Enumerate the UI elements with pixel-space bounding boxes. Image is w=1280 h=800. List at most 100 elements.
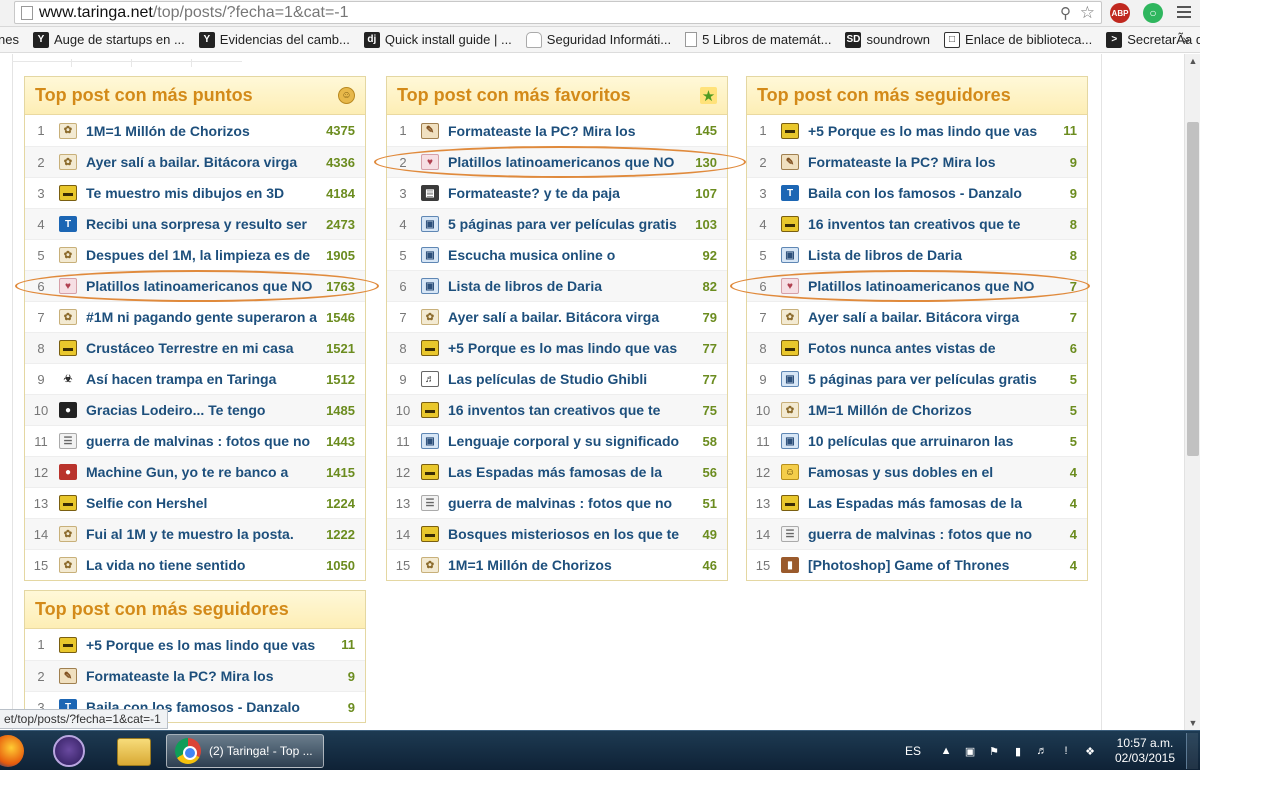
post-row[interactable]: 9 ♬ Las películas de Studio Ghibli 77 <box>387 363 727 394</box>
post-title-link[interactable]: Así hacen trampa en Taringa <box>86 371 317 387</box>
post-row[interactable]: 11 ▣ Lenguaje corporal y su significado 58 <box>387 425 727 456</box>
post-row[interactable]: 10 ✿ 1M=1 Millón de Chorizos 5 <box>747 394 1087 425</box>
post-title-link[interactable]: Platillos latinoamericanos que NO <box>86 278 317 294</box>
post-title-link[interactable]: 5 páginas para ver películas gratis <box>808 371 1039 387</box>
post-title-link[interactable]: Formateaste la PC? Mira los <box>86 668 317 684</box>
post-row[interactable]: 8 ▬ Fotos nunca antes vistas de 6 <box>747 332 1087 363</box>
post-row[interactable]: 8 ▬ Crustáceo Terrestre en mi casa 1521 <box>25 332 365 363</box>
bookmark-item[interactable]: nes <box>0 32 19 47</box>
post-title-link[interactable]: 1M=1 Millón de Chorizos <box>808 402 1039 418</box>
post-row[interactable]: 2 ♥ Platillos latinoamericanos que NO 130 <box>387 146 727 177</box>
post-title-link[interactable]: Baila con los famosos - Danzalo <box>808 185 1039 201</box>
post-title-link[interactable]: +5 Porque es lo mas lindo que vas <box>808 123 1039 139</box>
post-row[interactable]: 1 ▬ +5 Porque es lo mas lindo que vas 11 <box>25 629 365 660</box>
post-row[interactable]: 4 ▬ 16 inventos tan creativos que te 8 <box>747 208 1087 239</box>
post-title-link[interactable]: Las Espadas más famosas de la <box>808 495 1039 511</box>
post-title-link[interactable]: Formateaste la PC? Mira los <box>808 154 1039 170</box>
post-row[interactable]: 1 ▬ +5 Porque es lo mas lindo que vas 11 <box>747 115 1087 146</box>
language-indicator[interactable]: ES <box>905 744 921 758</box>
post-row[interactable]: 4 ▣ 5 páginas para ver películas gratis 103 <box>387 208 727 239</box>
eclipse-icon[interactable] <box>53 735 85 767</box>
bookmark-item[interactable]: Seguridad Informáti... <box>525 31 671 48</box>
device-icon[interactable]: ▣ <box>963 744 977 758</box>
post-title-link[interactable]: guerra de malvinas : fotos que no <box>808 526 1039 542</box>
post-title-link[interactable]: Machine Gun, yo te re banco a <box>86 464 317 480</box>
post-title-link[interactable]: Las Espadas más famosas de la <box>448 464 679 480</box>
post-row[interactable]: 10 ▬ 16 inventos tan creativos que te 75 <box>387 394 727 425</box>
bookmark-item[interactable]: Y Auge de startups en ... <box>32 31 185 48</box>
post-row[interactable]: 2 ✎ Formateaste la PC? Mira los 9 <box>25 660 365 691</box>
post-row[interactable]: 3 ▤ Formateaste? y te da paja 107 <box>387 177 727 208</box>
post-title-link[interactable]: Lista de libros de Daria <box>448 278 679 294</box>
hamburger-menu-icon[interactable] <box>1177 6 1191 20</box>
network-signal-icon[interactable]: ▮ <box>1011 744 1025 758</box>
dropbox-icon[interactable]: ❖ <box>1083 744 1097 758</box>
post-row[interactable]: 5 ▣ Lista de libros de Daria 8 <box>747 239 1087 270</box>
post-title-link[interactable]: Famosas y sus dobles en el <box>808 464 1039 480</box>
post-title-link[interactable]: #1M ni pagando gente superaron al <box>86 309 317 325</box>
post-title-link[interactable]: Ayer salí a bailar. Bitácora virga <box>86 154 317 170</box>
post-row[interactable]: 14 ▬ Bosques misteriosos en los que te 49 <box>387 518 727 549</box>
post-row[interactable]: 6 ▣ Lista de libros de Daria 82 <box>387 270 727 301</box>
post-row[interactable]: 3 T Baila con los famosos - Danzalo 9 <box>747 177 1087 208</box>
bookmark-item[interactable]: SD soundrown <box>845 31 930 48</box>
magnifier-icon[interactable]: ⚲ <box>1060 4 1071 22</box>
post-title-link[interactable]: Formateaste la PC? Mira los <box>448 123 679 139</box>
post-title-link[interactable]: Te muestro mis dibujos en 3D <box>86 185 317 201</box>
scroll-thumb[interactable] <box>1187 122 1199 456</box>
post-row[interactable]: 7 ✿ Ayer salí a bailar. Bitácora virga 79 <box>387 301 727 332</box>
post-title-link[interactable]: Lista de libros de Daria <box>808 247 1039 263</box>
post-title-link[interactable]: 5 páginas para ver películas gratis <box>448 216 679 232</box>
post-title-link[interactable]: Selfie con Hershel <box>86 495 317 511</box>
tray-expand-icon[interactable]: ▲ <box>939 744 953 758</box>
post-title-link[interactable]: Fui al 1M y te muestro la posta. <box>86 526 317 542</box>
more-bookmarks-icon[interactable]: » <box>1182 31 1190 47</box>
taskbar-chrome-window[interactable]: (2) Taringa! - Top ... <box>166 734 324 768</box>
post-row[interactable]: 13 ▬ Selfie con Hershel 1224 <box>25 487 365 518</box>
post-row[interactable]: 15 ▮ [Photoshop] Game of Thrones 4 <box>747 549 1087 580</box>
post-row[interactable]: 5 ✿ Despues del 1M, la limpieza es de 1905 <box>25 239 365 270</box>
scroll-up-arrow-icon[interactable]: ▲ <box>1185 54 1201 68</box>
post-row[interactable]: 13 ☰ guerra de malvinas : fotos que no 51 <box>387 487 727 518</box>
post-row[interactable]: 1 ✿ 1M=1 Millón de Chorizos 4375 <box>25 115 365 146</box>
page-scrollbar[interactable]: ▲ ▼ <box>1184 54 1200 730</box>
post-title-link[interactable]: Las películas de Studio Ghibli <box>448 371 679 387</box>
bookmark-item[interactable]: Y Evidencias del camb... <box>198 31 350 48</box>
volume-muted-icon[interactable]: ♬ <box>1035 744 1049 758</box>
folder-icon[interactable] <box>117 738 151 766</box>
post-row[interactable]: 13 ▬ Las Espadas más famosas de la 4 <box>747 487 1087 518</box>
scroll-down-arrow-icon[interactable]: ▼ <box>1185 716 1201 730</box>
post-title-link[interactable]: Fotos nunca antes vistas de <box>808 340 1039 356</box>
post-title-link[interactable]: Gracias Lodeiro... Te tengo <box>86 402 317 418</box>
post-row[interactable]: 14 ✿ Fui al 1M y te muestro la posta. 1222 <box>25 518 365 549</box>
post-row[interactable]: 9 ▣ 5 páginas para ver películas gratis 5 <box>747 363 1087 394</box>
post-title-link[interactable]: Lenguaje corporal y su significado <box>448 433 679 449</box>
post-title-link[interactable]: Escucha musica online o <box>448 247 679 263</box>
post-row[interactable]: 10 ● Gracias Lodeiro... Te tengo 1485 <box>25 394 365 425</box>
post-title-link[interactable]: Platillos latinoamericanos que NO <box>448 154 679 170</box>
post-row[interactable]: 4 T Recibi una sorpresa y resulto ser 2473 <box>25 208 365 239</box>
post-row[interactable]: 9 ☣ Así hacen trampa en Taringa 1512 <box>25 363 365 394</box>
post-title-link[interactable]: Ayer salí a bailar. Bitácora virga <box>808 309 1039 325</box>
firefox-icon[interactable] <box>0 735 24 767</box>
post-title-link[interactable]: 10 películas que arruinaron las <box>808 433 1039 449</box>
show-desktop-button[interactable] <box>1186 733 1198 769</box>
post-row[interactable]: 12 ▬ Las Espadas más famosas de la 56 <box>387 456 727 487</box>
post-title-link[interactable]: Platillos latinoamericanos que NO <box>808 278 1039 294</box>
post-row[interactable]: 5 ▣ Escucha musica online o 92 <box>387 239 727 270</box>
post-title-link[interactable]: 1M=1 Millón de Chorizos <box>448 557 679 573</box>
post-title-link[interactable]: Despues del 1M, la limpieza es de <box>86 247 317 263</box>
post-row[interactable]: 11 ▣ 10 películas que arruinaron las 5 <box>747 425 1087 456</box>
post-title-link[interactable]: Crustáceo Terrestre en mi casa <box>86 340 317 356</box>
post-row[interactable]: 3 ▬ Te muestro mis dibujos en 3D 4184 <box>25 177 365 208</box>
post-title-link[interactable]: +5 Porque es lo mas lindo que vas <box>86 637 317 653</box>
bookmark-item[interactable]: 5 Libros de matemát... <box>685 32 831 47</box>
clock[interactable]: 10:57 a.m. 02/03/2015 <box>1114 736 1176 766</box>
post-title-link[interactable]: guerra de malvinas : fotos que no <box>448 495 679 511</box>
adblock-extension-icon[interactable]: ABP <box>1110 3 1130 23</box>
post-title-link[interactable]: 1M=1 Millón de Chorizos <box>86 123 317 139</box>
url-field[interactable]: www.taringa.net/top/posts/?fecha=1&cat=-… <box>14 1 1102 24</box>
post-title-link[interactable]: Bosques misteriosos en los que te <box>448 526 679 542</box>
post-title-link[interactable]: 16 inventos tan creativos que te <box>808 216 1039 232</box>
post-title-link[interactable]: 16 inventos tan creativos que te <box>448 402 679 418</box>
